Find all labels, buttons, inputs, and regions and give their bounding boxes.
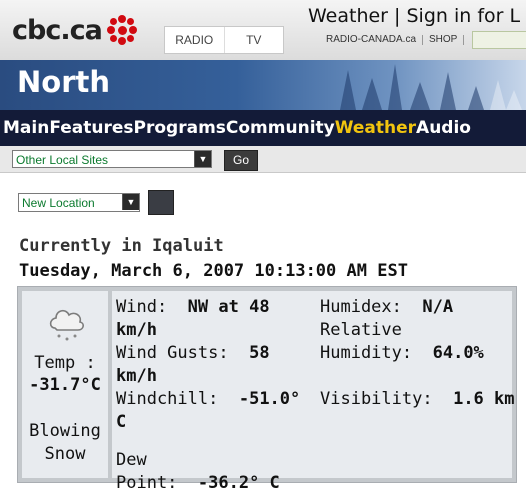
details-column-right: Humidex: N/A Relative Humidity: 64.0% Vi… bbox=[320, 296, 516, 411]
gust-value: 58 bbox=[249, 343, 270, 363]
humidity-label: Relative bbox=[320, 320, 402, 340]
select-value: Other Local Sites bbox=[16, 153, 109, 167]
main-nav: Main Features Programs Community Weather… bbox=[0, 110, 526, 146]
search-input[interactable] bbox=[472, 31, 526, 49]
shop-link[interactable]: SHOP bbox=[429, 34, 457, 45]
nav-item-audio[interactable]: Audio bbox=[416, 118, 471, 138]
condition-text: Snow bbox=[44, 444, 86, 464]
humidex-value: N/A bbox=[422, 297, 454, 317]
humidex-label: Humidex: bbox=[320, 297, 402, 317]
top-bar: cbc.ca RADIO TV Weather | Sign in for L … bbox=[0, 0, 526, 60]
details-column-left: Wind: NW at 48 km/h Wind Gusts: 58 km/h … bbox=[116, 296, 316, 495]
nav-item-features[interactable]: Features bbox=[49, 118, 133, 138]
media-tabs: RADIO TV bbox=[164, 26, 284, 54]
dew-value: -36.2° C bbox=[197, 473, 280, 493]
condition-text: Blowing bbox=[29, 421, 101, 441]
radio-canada-link[interactable]: RADIO-CANADA.ca bbox=[326, 34, 416, 45]
tab-tv[interactable]: TV bbox=[223, 27, 284, 53]
wind-value: NW at 48 bbox=[187, 297, 270, 317]
details-panel: Wind: NW at 48 km/h Wind Gusts: 58 km/h … bbox=[112, 291, 515, 493]
location-select[interactable]: New Location ▼ bbox=[18, 193, 140, 212]
other-local-sites-select[interactable]: Other Local Sites ▼ bbox=[12, 150, 212, 168]
gust-label: Wind Gusts: bbox=[116, 343, 229, 363]
top-links: RADIO-CANADA.ca SHOP bbox=[326, 34, 470, 45]
tree-silhouette-graphic bbox=[340, 64, 522, 110]
location-go-button[interactable] bbox=[148, 190, 174, 215]
gust-unit: km/h bbox=[116, 366, 157, 386]
temp-label: Temp : bbox=[34, 353, 96, 373]
nav-item-main[interactable]: Main bbox=[3, 118, 49, 138]
select-value: New Location bbox=[22, 196, 95, 210]
current-heading: Currently in Iqaluit bbox=[19, 236, 224, 256]
divider bbox=[422, 34, 424, 45]
region-banner: North bbox=[0, 60, 526, 110]
divider bbox=[0, 172, 526, 173]
temp-value: -31.7°C bbox=[29, 375, 101, 395]
nav-item-community[interactable]: Community bbox=[226, 118, 335, 138]
cbc-logo[interactable]: cbc.ca bbox=[12, 14, 138, 46]
weather-panel: Temp : -31.7°C Blowing Snow Wind: NW at … bbox=[17, 286, 517, 493]
visibility-label: Visibility: bbox=[320, 389, 433, 409]
chevron-down-icon[interactable]: ▼ bbox=[194, 151, 211, 167]
page-title-strip: Weather | Sign in for L bbox=[308, 5, 521, 27]
wind-unit: km/h bbox=[116, 320, 157, 340]
current-datetime: Tuesday, March 6, 2007 10:13:00 AM EST bbox=[19, 261, 408, 281]
go-button[interactable]: Go bbox=[224, 150, 258, 171]
cloud-snow-icon bbox=[49, 309, 84, 341]
nav-item-programs[interactable]: Programs bbox=[134, 118, 226, 138]
condition-panel: Temp : -31.7°C Blowing Snow bbox=[22, 291, 108, 478]
dew-label-2: Point: bbox=[116, 473, 178, 493]
region-title: North bbox=[17, 65, 111, 99]
dew-label: Dew bbox=[116, 450, 147, 470]
cbc-gem-icon bbox=[106, 14, 138, 46]
humidity-value: 64.0% bbox=[432, 343, 484, 363]
humidity-label-2: Humidity: bbox=[320, 343, 413, 363]
wind-label: Wind: bbox=[116, 297, 168, 317]
windchill-label: Windchill: bbox=[116, 389, 219, 409]
logo-text: cbc.ca bbox=[12, 14, 103, 46]
tab-radio[interactable]: RADIO bbox=[165, 27, 224, 53]
nav-item-weather[interactable]: Weather bbox=[335, 118, 416, 138]
visibility-value: 1.6 km bbox=[453, 389, 515, 409]
divider bbox=[463, 34, 465, 45]
chevron-down-icon[interactable]: ▼ bbox=[122, 194, 139, 210]
